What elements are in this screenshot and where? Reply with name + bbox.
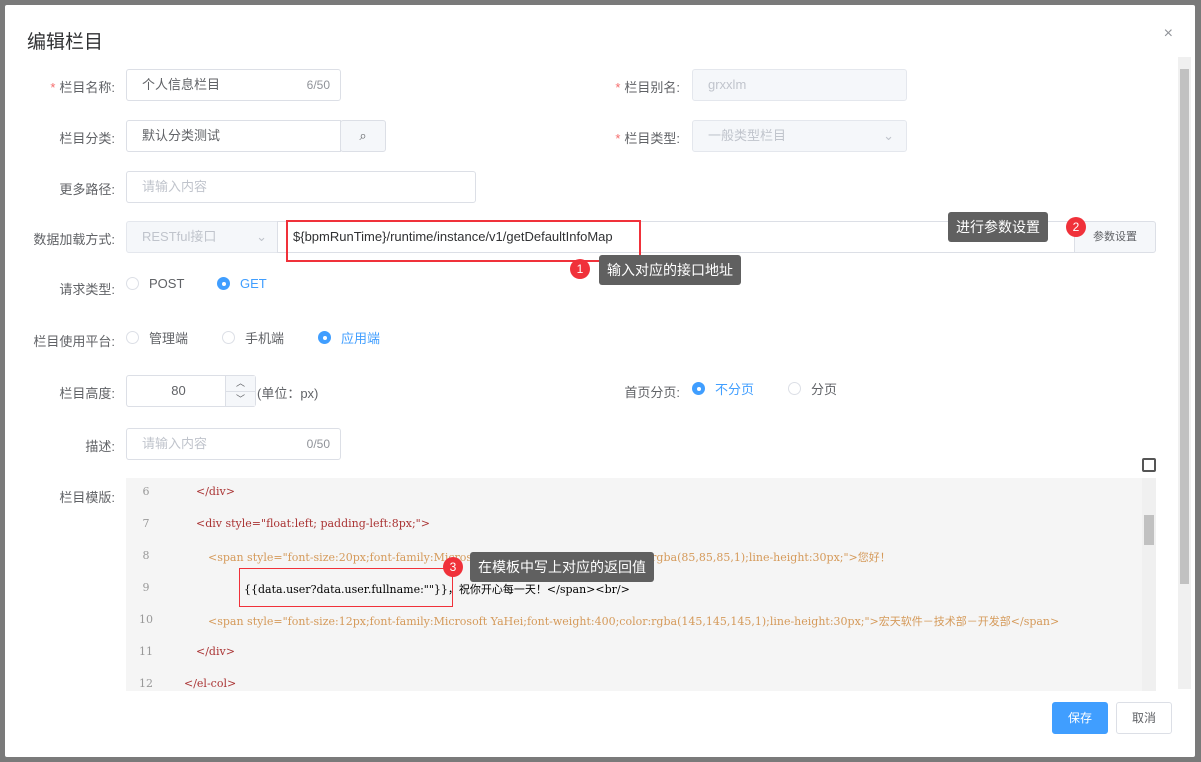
fullscreen-icon[interactable] xyxy=(1142,458,1156,472)
name-label: * 栏目名称: xyxy=(50,80,115,95)
radio-post[interactable]: POST xyxy=(126,276,184,291)
paging-label: 首页分页: xyxy=(624,385,680,400)
return-value-highlight-box xyxy=(239,568,453,607)
category-input[interactable]: 默认分类测试 xyxy=(126,120,341,152)
search-button[interactable]: ⌕ xyxy=(340,120,386,152)
radio-admin[interactable]: 管理端 xyxy=(126,328,188,347)
close-icon[interactable]: × xyxy=(1164,25,1173,43)
name-input[interactable]: 个人信息栏目 6/50 xyxy=(126,69,341,101)
url-highlight-box xyxy=(286,220,641,262)
type-select: 一般类型栏目 ⌄ xyxy=(692,120,907,152)
cancel-button[interactable]: 取消 xyxy=(1116,702,1172,734)
annotation-badge-2: 2 xyxy=(1066,217,1086,237)
height-unit: (单位：px) xyxy=(257,386,319,401)
annotation-tooltip-1: 输入对应的接口地址 xyxy=(599,255,741,285)
load-method-label: 数据加载方式: xyxy=(33,232,115,247)
annotation-tooltip-2: 进行参数设置 xyxy=(948,212,1048,242)
template-label: 栏目模版: xyxy=(59,490,115,505)
edit-column-dialog: 编辑栏目 × * 栏目名称: 个人信息栏目 6/50 * 栏目别名: grxxlm 栏… xyxy=(5,5,1195,757)
radio-paging[interactable]: 分页 xyxy=(788,379,837,398)
type-label: * 栏目类型: xyxy=(615,131,680,146)
radio-no-paging[interactable]: 不分页 xyxy=(692,379,754,398)
radio-app[interactable]: 应用端 xyxy=(318,328,380,347)
chevron-down-icon: ⌄ xyxy=(256,229,267,244)
alias-label: * 栏目别名: xyxy=(615,80,680,95)
chevron-down-icon: ⌄ xyxy=(883,128,894,143)
search-icon: ⌕ xyxy=(359,128,367,143)
radio-mobile[interactable]: 手机端 xyxy=(222,328,284,347)
decrease-icon[interactable]: ﹀ xyxy=(226,392,255,407)
more-path-label: 更多路径: xyxy=(59,182,115,197)
desc-label: 描述: xyxy=(85,439,115,454)
category-label: 栏目分类: xyxy=(59,131,115,146)
height-label: 栏目高度: xyxy=(59,386,115,401)
template-code-editor[interactable]: 6 </div> 7 <div style="float:left; padding… xyxy=(126,478,1156,691)
radio-get[interactable]: GET xyxy=(217,276,267,291)
code-scrollbar[interactable] xyxy=(1142,478,1156,691)
platform-label: 栏目使用平台: xyxy=(33,334,115,349)
more-path-input[interactable]: 请输入内容 xyxy=(126,171,476,203)
save-button[interactable]: 保存 xyxy=(1052,702,1108,734)
request-type-label: 请求类型: xyxy=(59,282,115,297)
annotation-tooltip-3: 在模板中写上对应的返回值 xyxy=(470,552,654,582)
annotation-badge-1: 1 xyxy=(570,259,590,279)
param-settings-button[interactable]: 参数设置 xyxy=(1074,221,1156,253)
annotation-badge-3: 3 xyxy=(443,557,463,577)
height-stepper[interactable]: 80 ︿ ﹀ xyxy=(126,375,256,407)
dialog-title: 编辑栏目 xyxy=(27,32,104,53)
alias-input: grxxlm xyxy=(692,69,907,101)
increase-icon[interactable]: ︿ xyxy=(226,376,255,392)
load-method-select: RESTful接口 ⌄ xyxy=(126,221,278,253)
dialog-scrollbar[interactable] xyxy=(1178,57,1191,689)
desc-input[interactable]: 请输入内容 0/50 xyxy=(126,428,341,460)
